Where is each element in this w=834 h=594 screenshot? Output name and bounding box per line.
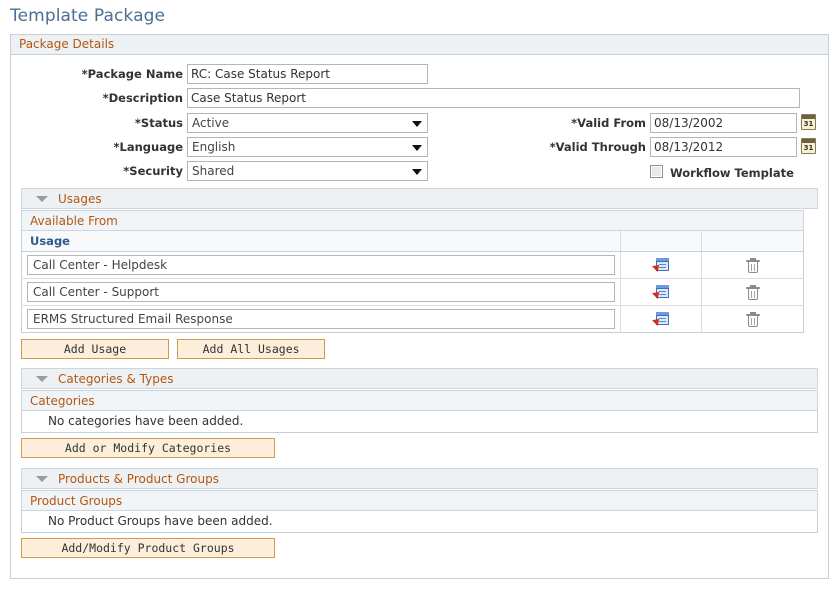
usage-selected-value: ERMS Structured Email Response	[33, 311, 233, 326]
security-select[interactable]: Shared	[187, 161, 428, 181]
status-label: *Status	[134, 116, 183, 130]
new-window-icon[interactable]	[652, 285, 670, 300]
trash-icon[interactable]	[745, 311, 760, 328]
categories-buttons: Add or Modify Categories	[21, 437, 828, 458]
usage-cell: Call Center - Support	[21, 278, 622, 306]
categories-section-title: Categories & Types	[58, 371, 174, 386]
products-section-header[interactable]: Products & Product Groups	[21, 467, 818, 489]
detail-cell	[620, 305, 703, 332]
products-section-title: Products & Product Groups	[58, 471, 219, 486]
delete-cell	[701, 305, 804, 332]
language-select[interactable]: English	[187, 137, 428, 157]
field-row-workflow-template: Workflow Template	[451, 163, 821, 185]
package-name-label: *Package Name	[81, 67, 183, 81]
new-window-icon[interactable]	[652, 312, 670, 327]
available-from-block: Available From Usage Call Center - Helpd…	[21, 210, 804, 333]
detail-cell	[620, 251, 703, 279]
field-row-package-name: *Package Name	[11, 64, 828, 86]
product-groups-empty-message: No Product Groups have been added.	[21, 510, 818, 533]
chevron-down-icon	[36, 196, 48, 202]
field-row-valid-from: *Valid From 31	[451, 113, 821, 135]
workflow-template-label: Workflow Template	[670, 166, 794, 180]
products-section: Products & Product Groups	[21, 467, 818, 489]
chevron-down-icon	[36, 375, 48, 382]
status-selected-value: Active	[192, 116, 230, 130]
package-details-form: *Package Name *Description *Status Activ…	[11, 55, 828, 188]
description-label: *Description	[102, 91, 183, 105]
trash-icon[interactable]	[745, 284, 760, 301]
usage-cell: Call Center - Helpdesk	[21, 251, 622, 279]
usage-cell: ERMS Structured Email Response	[21, 305, 622, 332]
categories-section-header[interactable]: Categories & Types	[21, 367, 818, 389]
calendar-icon-day: 31	[803, 144, 814, 152]
valid-through-label: *Valid Through	[549, 140, 646, 154]
usage-select[interactable]: ERMS Structured Email Response	[27, 308, 616, 329]
column-header-delete	[701, 231, 804, 252]
categories-sub-header: Categories	[21, 389, 818, 411]
add-all-usages-button[interactable]: Add All Usages	[177, 338, 326, 359]
delete-cell	[701, 251, 804, 279]
security-label: *Security	[123, 164, 183, 178]
product-groups-buttons: Add/Modify Product Groups	[21, 537, 828, 558]
calendar-icon[interactable]: 31	[801, 138, 816, 154]
description-input[interactable]	[187, 88, 800, 108]
package-name-input[interactable]	[187, 64, 428, 84]
usages-buttons: Add Usage Add All Usages	[21, 338, 828, 359]
trash-icon[interactable]	[745, 257, 760, 274]
categories-empty-message: No categories have been added.	[21, 410, 818, 433]
workflow-template-checkbox[interactable]	[650, 165, 663, 178]
template-package-page: Template Package Package Details *Packag…	[0, 0, 834, 594]
usages-grid: Usage Call Center - Helpdesk Call Center…	[21, 231, 804, 333]
table-row: ERMS Structured Email Response	[21, 305, 804, 332]
chevron-down-icon	[412, 169, 422, 175]
available-from-header: Available From	[21, 210, 804, 231]
categories-block: Categories No categories have been added…	[21, 389, 818, 433]
usage-select[interactable]: Call Center - Helpdesk	[27, 254, 616, 275]
usages-section-title: Usages	[58, 192, 102, 206]
delete-cell	[701, 278, 804, 306]
chevron-down-icon	[36, 475, 48, 482]
valid-through-input[interactable]	[650, 137, 797, 157]
detail-cell	[620, 278, 703, 306]
language-selected-value: English	[192, 140, 236, 154]
status-select[interactable]: Active	[187, 113, 428, 133]
usage-selected-value: Call Center - Support	[33, 284, 159, 299]
usage-select[interactable]: Call Center - Support	[27, 281, 616, 302]
column-header-detail	[620, 231, 703, 252]
language-label: *Language	[113, 140, 184, 154]
product-groups-block: Product Groups No Product Groups have be…	[21, 489, 818, 533]
add-usage-button[interactable]: Add Usage	[21, 338, 169, 359]
chevron-down-icon	[412, 145, 422, 151]
usages-grid-header-row: Usage	[21, 231, 804, 252]
add-modify-product-groups-button[interactable]: Add/Modify Product Groups	[21, 537, 275, 558]
chevron-down-icon	[412, 121, 422, 127]
usages-section-header[interactable]: Usages	[21, 188, 818, 209]
calendar-icon[interactable]: 31	[801, 114, 816, 130]
security-selected-value: Shared	[192, 164, 235, 178]
field-row-description: *Description	[11, 88, 828, 110]
package-details-header: Package Details	[11, 35, 828, 55]
add-or-modify-categories-button[interactable]: Add or Modify Categories	[21, 437, 275, 458]
usage-selected-value: Call Center - Helpdesk	[33, 257, 168, 272]
categories-section: Categories & Types	[21, 367, 818, 389]
product-groups-sub-header: Product Groups	[21, 489, 818, 511]
valid-from-label: *Valid From	[571, 116, 646, 130]
package-details-panel: Package Details *Package Name *Descripti…	[10, 34, 829, 579]
page-title: Template Package	[10, 6, 166, 26]
field-row-valid-through: *Valid Through 31	[451, 137, 821, 159]
new-window-icon[interactable]	[652, 258, 670, 273]
column-header-usage: Usage	[21, 231, 622, 252]
table-row: Call Center - Support	[21, 278, 804, 306]
valid-from-input[interactable]	[650, 113, 797, 133]
usages-section: Usages	[21, 188, 818, 209]
table-row: Call Center - Helpdesk	[21, 251, 804, 279]
calendar-icon-day: 31	[803, 120, 814, 128]
